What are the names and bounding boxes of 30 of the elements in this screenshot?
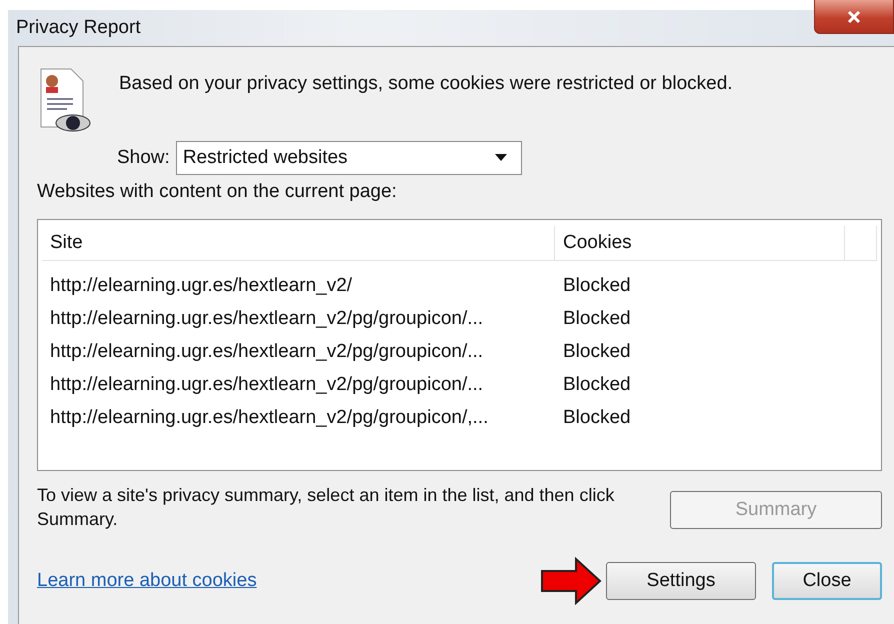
learn-more-link[interactable]: Learn more about cookies bbox=[37, 570, 540, 592]
cookies-cell-text: Blocked bbox=[562, 274, 632, 296]
website-row[interactable]: http://elearning.ugr.es/hextlearn_v2/ Blocked bbox=[42, 269, 877, 302]
site-cell-text: http://elearning.ugr.es/hextlearn_v2/ bbox=[49, 274, 354, 296]
cookies-cell-text: Blocked bbox=[562, 406, 632, 428]
website-row[interactable]: http://elearning.ugr.es/hextlearn_v2/pg/groupicon/,... Blocked bbox=[42, 401, 877, 434]
show-label: Show: bbox=[117, 147, 170, 169]
cookies-cell-text: Blocked bbox=[562, 340, 632, 362]
site-cell-text: http://elearning.ugr.es/hextlearn_v2/pg/groupicon/,... bbox=[49, 406, 490, 428]
site-cell-text: http://elearning.ugr.es/hextlearn_v2/pg/groupicon/... bbox=[49, 308, 484, 330]
website-row[interactable]: http://elearning.ugr.es/hextlearn_v2/pg/groupicon/... Blocked bbox=[42, 335, 877, 368]
show-dropdown[interactable]: Restricted websites bbox=[176, 141, 522, 175]
list-label: Websites with content on the current page: bbox=[37, 181, 398, 203]
site-cell-text: http://elearning.ugr.es/hextlearn_v2/pg/groupicon/... bbox=[49, 340, 484, 362]
column-header[interactable]: Cookies bbox=[555, 226, 845, 260]
arrow-icon bbox=[540, 557, 602, 605]
website-row[interactable]: http://elearning.ugr.es/hextlearn_v2/pg/groupicon/... Blocked bbox=[42, 302, 877, 335]
site-cell-text: http://elearning.ugr.es/hextlearn_v2/pg/groupicon/... bbox=[49, 374, 484, 396]
privacy-message: Based on your privacy settings, some cookies were restricted or blocked. bbox=[119, 73, 733, 96]
cookies-cell-text: Blocked bbox=[562, 308, 632, 330]
close-button[interactable]: Close bbox=[772, 562, 882, 600]
caret-icon bbox=[494, 154, 507, 162]
website-row[interactable]: http://elearning.ugr.es/hextlearn_v2/pg/groupicon/... Blocked bbox=[42, 368, 877, 401]
close-icon bbox=[847, 10, 861, 24]
close-button[interactable] bbox=[814, 0, 894, 34]
window-title: Privacy Report bbox=[16, 17, 141, 39]
cookies-cell-text: Blocked bbox=[562, 374, 632, 396]
settings-button[interactable]: Settings bbox=[606, 562, 756, 600]
column-header[interactable]: Site bbox=[42, 226, 555, 260]
hint-text: To view a site's privacy summary, select an item in the list, and then click Summary. bbox=[37, 484, 616, 531]
